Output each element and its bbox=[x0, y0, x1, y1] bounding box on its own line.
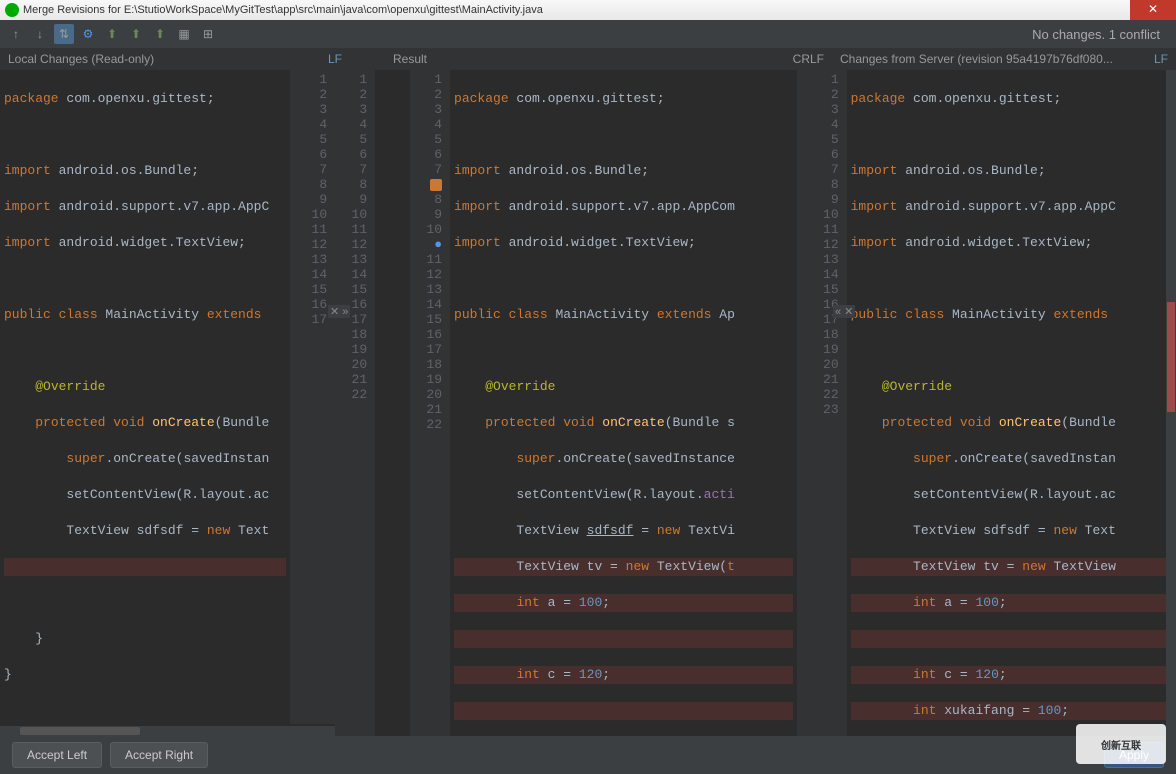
local-lineending: LF bbox=[328, 52, 342, 66]
local-pane: package com.openxu.gittest; import andro… bbox=[0, 70, 335, 736]
accept-right-button[interactable]: Accept Right bbox=[110, 742, 208, 768]
server-code: package com.openxu.gittest; import andro… bbox=[847, 70, 1176, 736]
apply-right-icon[interactable]: ⬆ bbox=[150, 24, 170, 44]
pane-headers: Local Changes (Read-only)LF Result CRLF … bbox=[0, 48, 1176, 70]
apply-left-icon[interactable]: ⬆ bbox=[126, 24, 146, 44]
local-header: Local Changes (Read-only) bbox=[8, 52, 154, 66]
close-button[interactable]: ✕ bbox=[1130, 0, 1176, 20]
watermark: 创新互联 bbox=[1076, 724, 1166, 764]
result-code[interactable]: package com.openxu.gittest; import andro… bbox=[450, 70, 797, 736]
merge-editors: package com.openxu.gittest; import andro… bbox=[0, 70, 1176, 736]
reject-apply-right[interactable]: « ✕ bbox=[833, 305, 855, 318]
settings-icon[interactable]: ⚙ bbox=[78, 24, 98, 44]
next-diff-icon[interactable]: ↓ bbox=[30, 24, 50, 44]
local-gutter: 1234567891011121314151617 bbox=[290, 70, 335, 724]
server-pane: package com.openxu.gittest; import andro… bbox=[847, 70, 1176, 736]
app-icon bbox=[5, 3, 19, 17]
server-error-stripe[interactable] bbox=[1166, 70, 1176, 736]
toolbar: ↑ ↓ ⇅ ⚙ ⬆ ⬆ ⬆ ▦ ⊞ No changes. 1 conflict bbox=[0, 20, 1176, 48]
local-hscroll[interactable] bbox=[0, 726, 335, 736]
server-header: Changes from Server (revision 95a4197b76… bbox=[840, 52, 1113, 66]
result-header: Result bbox=[393, 52, 427, 66]
window-title: Merge Revisions for E:\StutioWorkSpace\M… bbox=[23, 4, 543, 16]
reject-apply-left[interactable]: ✕ » bbox=[328, 305, 350, 318]
result-gutter-left: 12345678910111213141516171819202122 bbox=[335, 70, 375, 736]
bottom-button-bar: Accept Left Accept Right Apply bbox=[0, 736, 1176, 774]
whitespace-icon[interactable]: ⊞ bbox=[198, 24, 218, 44]
warning-icon bbox=[430, 179, 442, 191]
server-lineending: LF bbox=[1154, 52, 1168, 66]
window-titlebar: Merge Revisions for E:\StutioWorkSpace\M… bbox=[0, 0, 1176, 20]
apply-nonconflict-icon[interactable]: ⬆ bbox=[102, 24, 122, 44]
sync-scroll-icon[interactable]: ⇅ bbox=[54, 24, 74, 44]
accept-left-button[interactable]: Accept Left bbox=[12, 742, 102, 768]
server-gutter: 1234567891011121314151617181920212223 bbox=[797, 70, 847, 736]
local-code: package com.openxu.gittest; import andro… bbox=[0, 70, 290, 724]
result-pane: package com.openxu.gittest; import andro… bbox=[450, 70, 797, 736]
result-gutter-right: 1234567 8910 ●111213141516171819202122 bbox=[410, 70, 450, 736]
status-summary: No changes. 1 conflict bbox=[1022, 23, 1170, 46]
prev-diff-icon[interactable]: ↑ bbox=[6, 24, 26, 44]
result-gutter-pane: 12345678910111213141516171819202122 1234… bbox=[335, 70, 450, 736]
result-lineending: CRLF bbox=[793, 52, 824, 66]
group-icon[interactable]: ▦ bbox=[174, 24, 194, 44]
